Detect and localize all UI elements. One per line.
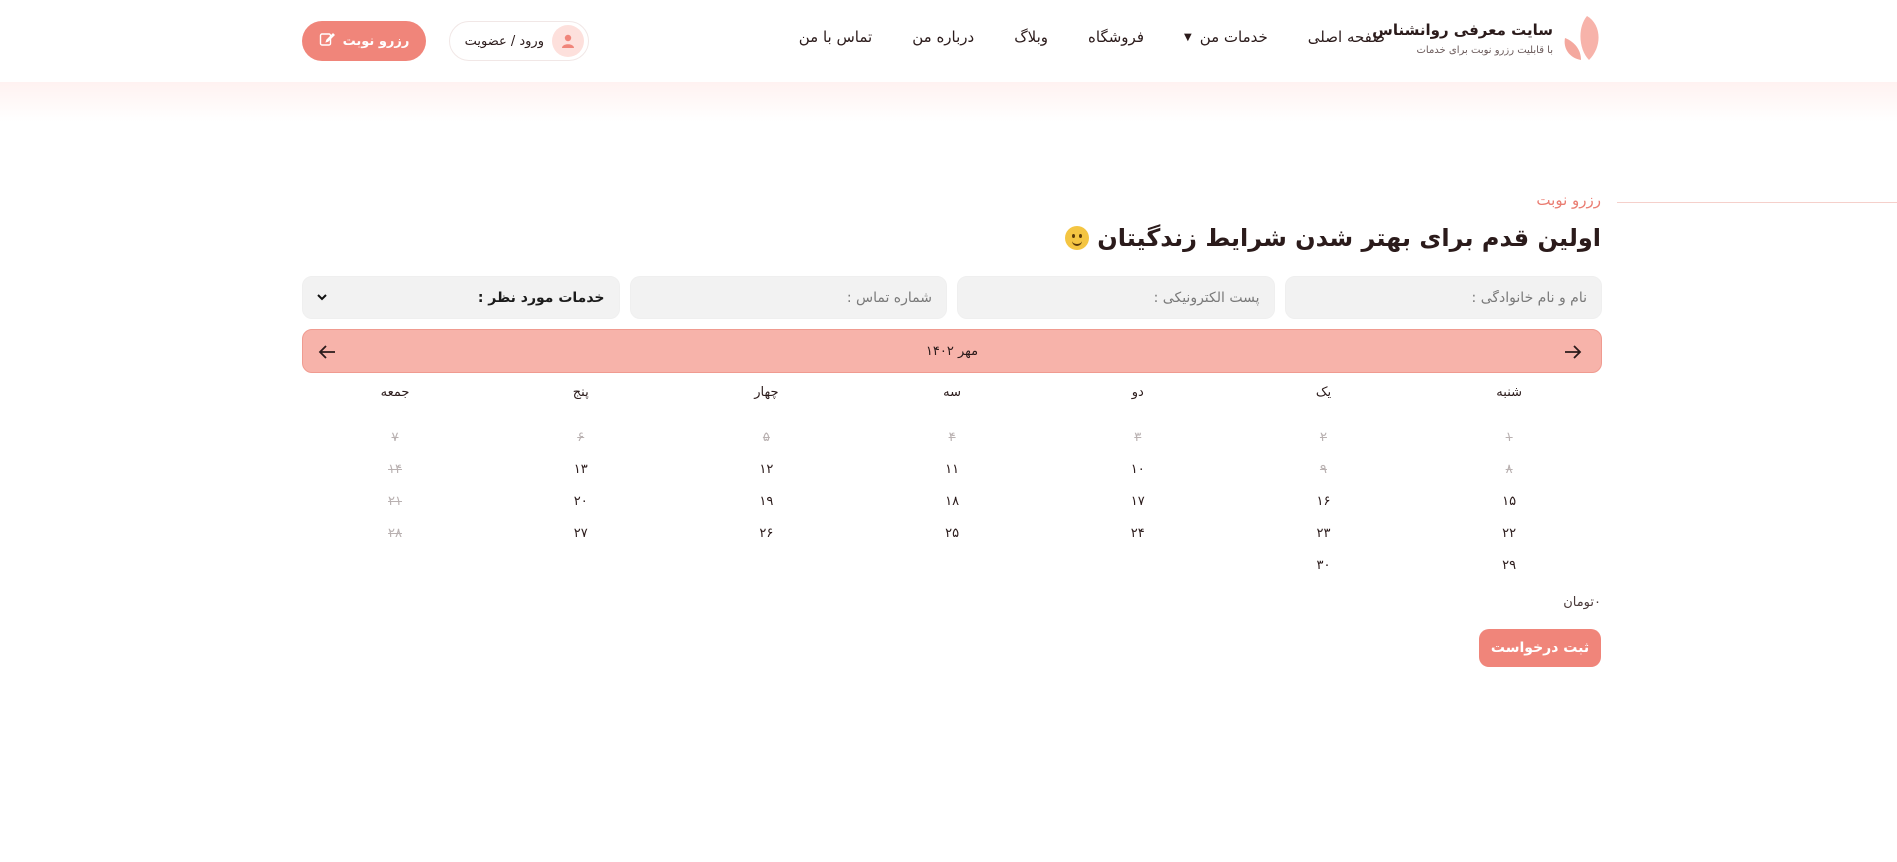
site-header: سایت معرفی روانشناس با قابلیت رزرو نوبت … bbox=[0, 0, 1897, 82]
calendar-week-row: ۲۲ ۲۳ ۲۴ ۲۵ ۲۶ ۲۷ ۲۸ bbox=[302, 517, 1602, 549]
service-select-label: خدمات مورد نظر : bbox=[477, 289, 605, 306]
reserve-appointment-button[interactable]: رزرو نوبت bbox=[302, 21, 426, 61]
calendar-day: ۱ bbox=[1505, 429, 1513, 445]
calendar-day[interactable]: ۲۰ bbox=[488, 494, 674, 509]
brand-title: سایت معرفی روانشناس bbox=[1372, 20, 1553, 39]
calendar-header: مهر ۱۴۰۲ bbox=[302, 329, 1602, 373]
calendar-day: ۱۴ bbox=[388, 461, 403, 477]
calendar-day[interactable]: ۱۱ bbox=[859, 462, 1045, 477]
calendar-weekday-row: شنبه یک دو سه چهار پنج جمعه bbox=[302, 385, 1602, 407]
phone-field-wrap bbox=[629, 276, 947, 319]
calendar-day[interactable]: ۱۳ bbox=[488, 462, 674, 477]
weekday-label: چهار bbox=[754, 385, 779, 400]
calendar-day[interactable]: ۲۹ bbox=[1416, 558, 1602, 573]
price-label: ۰تومان bbox=[1563, 595, 1601, 610]
smile-emoji-icon bbox=[1065, 226, 1090, 250]
booking-form-row: خدمات مورد نظر : bbox=[302, 276, 1602, 319]
calendar-day: ۴ bbox=[948, 429, 956, 445]
calendar-week-row: ۸ ۹ ۱۰ ۱۱ ۱۲ ۱۳ ۱۴ bbox=[302, 453, 1602, 485]
login-label: ورود / عضویت bbox=[464, 33, 544, 49]
calendar-day[interactable]: ۱۶ bbox=[1231, 494, 1417, 509]
calendar-day[interactable]: ۱۰ bbox=[1045, 462, 1231, 477]
name-field[interactable] bbox=[1299, 289, 1587, 306]
calendar-week-row: ۱۵ ۱۶ ۱۷ ۱۸ ۱۹ ۲۰ ۲۱ bbox=[302, 485, 1602, 517]
calendar-month-label: مهر ۱۴۰۲ bbox=[925, 343, 979, 359]
calendar-day: ۲۸ bbox=[388, 525, 403, 541]
nav-item-about[interactable]: درباره من bbox=[912, 28, 974, 46]
section-eyebrow: رزرو نوبت bbox=[1536, 191, 1601, 209]
reserve-label: رزرو نوبت bbox=[342, 33, 410, 49]
calendar-day[interactable]: ۱۸ bbox=[859, 494, 1045, 509]
email-field-wrap bbox=[957, 276, 1275, 319]
calendar-day: ۹ bbox=[1319, 461, 1327, 477]
calendar-day[interactable]: ۲۵ bbox=[859, 526, 1045, 541]
weekday-label: دو bbox=[1131, 385, 1144, 400]
prev-month-arrow-icon[interactable] bbox=[315, 340, 339, 364]
nav-item-shop[interactable]: فروشگاه bbox=[1088, 28, 1144, 46]
login-register-button[interactable]: ورود / عضویت bbox=[449, 21, 589, 61]
calendar-days: ۱ ۲ ۳ ۴ ۵ ۶ ۷ ۸ ۹ ۱۰ ۱۱ ۱۲ ۱۳ ۱۴ ۱۵ ۱۶ ۱۷ ۱۸ ۱۹ ۲۰ ۲۱ ۲۲ ۲۳ ۲۴ ۲… bbox=[302, 421, 1602, 581]
chevron-down-icon bbox=[317, 291, 327, 304]
calendar-day[interactable]: ۲۶ bbox=[674, 526, 860, 541]
calendar-day: ۳ bbox=[1134, 429, 1142, 445]
submit-request-button[interactable]: ثبت درخواست bbox=[1479, 629, 1601, 667]
eyebrow-divider bbox=[1617, 202, 1897, 203]
name-field-wrap bbox=[1284, 276, 1602, 319]
next-month-arrow-icon[interactable] bbox=[1561, 340, 1585, 364]
calendar-day: ۶ bbox=[577, 429, 585, 445]
nav-item-contact[interactable]: تماس با من bbox=[799, 28, 872, 46]
calendar-week-row: ۲۹ ۳۰ bbox=[302, 549, 1602, 581]
calendar-day: ۲ bbox=[1319, 429, 1327, 445]
calendar-day: ۵ bbox=[762, 429, 770, 445]
user-icon bbox=[552, 25, 584, 57]
calendar-day[interactable]: ۱۵ bbox=[1416, 494, 1602, 509]
service-select[interactable]: خدمات مورد نظر : bbox=[302, 276, 620, 319]
calendar-day[interactable]: ۲۴ bbox=[1045, 526, 1231, 541]
leaf-logo-icon bbox=[1561, 14, 1601, 62]
calendar-day[interactable]: ۱۷ bbox=[1045, 494, 1231, 509]
weekday-label: یک bbox=[1315, 385, 1332, 400]
nav-item-home[interactable]: صفحه اصلی bbox=[1308, 28, 1385, 46]
email-field[interactable] bbox=[972, 289, 1260, 306]
calendar-grid: شنبه یک دو سه چهار پنج جمعه ۱ ۲ ۳ ۴ ۵ ۶ ۷ ۸ ۹ ۱۰ ۱… bbox=[302, 385, 1602, 581]
nav-item-services-label: خدمات من bbox=[1199, 28, 1268, 46]
nav-item-services[interactable]: خدمات من ▼ bbox=[1184, 28, 1268, 46]
weekday-label: سه bbox=[943, 385, 962, 400]
brand[interactable]: سایت معرفی روانشناس با قابلیت رزرو نوبت … bbox=[1372, 14, 1601, 62]
calendar-day[interactable]: ۲۳ bbox=[1231, 526, 1417, 541]
calendar-day[interactable]: ۱۹ bbox=[674, 494, 860, 509]
caret-down-icon: ▼ bbox=[1184, 31, 1192, 43]
weekday-label: شنبه bbox=[1496, 385, 1523, 400]
page-title: اولین قدم برای بهتر شدن شرایط زندگیتان bbox=[1065, 224, 1601, 252]
nav-item-blog[interactable]: وبلاگ bbox=[1014, 28, 1048, 46]
calendar-day[interactable]: ۲۷ bbox=[488, 526, 674, 541]
header-shadow bbox=[0, 82, 1897, 122]
calendar-week-row: ۱ ۲ ۳ ۴ ۵ ۶ ۷ bbox=[302, 421, 1602, 453]
edit-icon bbox=[319, 31, 335, 51]
calendar-day[interactable]: ۳۰ bbox=[1231, 558, 1417, 573]
weekday-label: جمعه bbox=[380, 385, 410, 400]
weekday-label: پنج bbox=[572, 385, 589, 400]
brand-subtitle: با قابلیت رزرو نوبت برای خدمات bbox=[1416, 44, 1553, 56]
calendar-day: ۸ bbox=[1505, 461, 1513, 477]
calendar-day: ۲۱ bbox=[388, 493, 403, 509]
calendar-day[interactable]: ۱۲ bbox=[674, 462, 860, 477]
page-title-text: اولین قدم برای بهتر شدن شرایط زندگیتان bbox=[1097, 224, 1601, 252]
calendar-day: ۷ bbox=[391, 429, 399, 445]
main-nav: صفحه اصلی خدمات من ▼ فروشگاه وبلاگ دربار… bbox=[799, 28, 1385, 46]
calendar-day[interactable]: ۲۲ bbox=[1416, 526, 1602, 541]
phone-field[interactable] bbox=[644, 289, 932, 306]
